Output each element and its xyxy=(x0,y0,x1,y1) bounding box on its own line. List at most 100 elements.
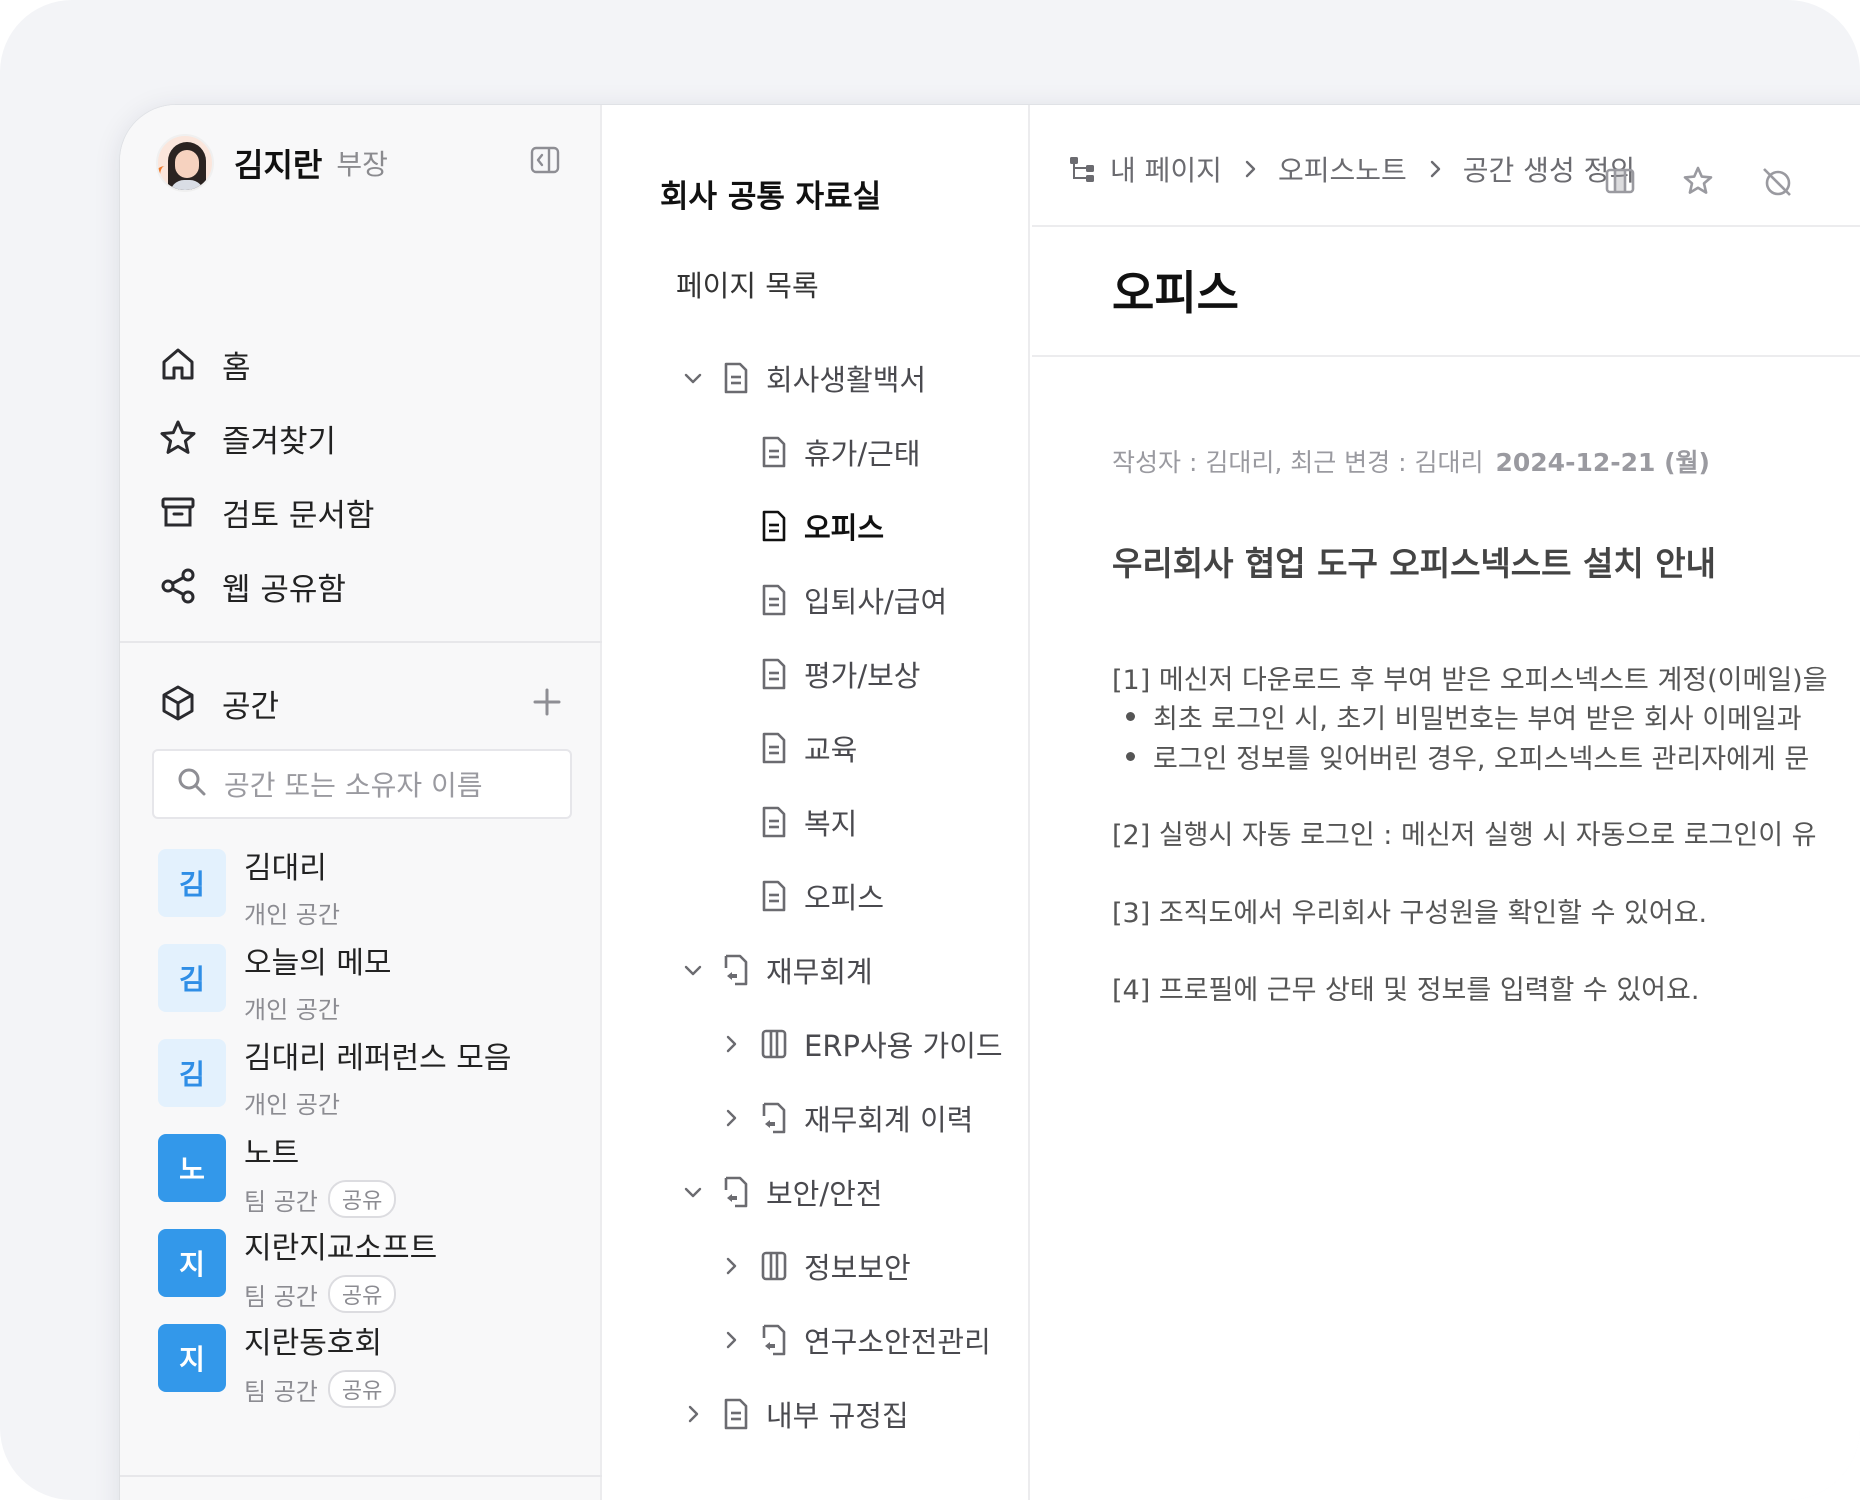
document-icon xyxy=(758,878,790,914)
linked-document-icon xyxy=(758,1100,790,1136)
tree-item-label: 보안/안전 xyxy=(766,1177,883,1211)
add-space-button[interactable] xyxy=(530,685,564,719)
linked-document-icon xyxy=(720,1174,752,1210)
tree-item[interactable]: 회사생활백서 xyxy=(604,341,1030,415)
favorite-button[interactable] xyxy=(1680,163,1716,199)
nav-item-web-share[interactable]: 웹 공유함 xyxy=(156,549,576,623)
breadcrumb-item[interactable]: 오피스노트 xyxy=(1278,149,1407,189)
document-title[interactable]: 오피스 xyxy=(1112,257,1239,323)
tree-item-label: 평가/보상 xyxy=(804,659,921,693)
space-badge: 김 xyxy=(158,849,226,917)
tree-item[interactable]: 오피스 xyxy=(604,489,1030,563)
document-toolbar: 내 페이지 오피스노트 공간 생성 정의 xyxy=(1032,105,1860,227)
space-item[interactable]: 김 김대리 개인 공간 xyxy=(158,845,578,940)
chevron-right-icon[interactable] xyxy=(678,1399,708,1429)
tree-item[interactable]: 정보보안 xyxy=(604,1229,1030,1303)
document-icon xyxy=(758,804,790,840)
document-icon xyxy=(720,360,752,396)
space-type: 개인 공간 xyxy=(244,901,340,929)
nav-item-home[interactable]: 홈 xyxy=(156,327,576,401)
document-meta: 작성자 : 김대리, 최근 변경 : 김대리 2024-12-21 (월) xyxy=(1112,443,1710,479)
tree-item[interactable]: 재무회계 이력 xyxy=(604,1081,1030,1155)
chevron-right-icon xyxy=(1421,155,1449,183)
user-profile[interactable]: 김지란 부장 xyxy=(156,131,388,195)
tree-item[interactable]: 연구소안전관리 xyxy=(604,1303,1030,1377)
chevron-right-icon[interactable] xyxy=(716,1325,746,1355)
profile-name: 김지란 xyxy=(234,146,323,184)
cube-icon xyxy=(156,681,200,725)
nav-item-review-box[interactable]: 검토 문서함 xyxy=(156,475,576,549)
space-badge: 노 xyxy=(158,1134,226,1202)
profile-role: 부장 xyxy=(336,148,388,181)
book-view-button[interactable] xyxy=(1602,163,1638,199)
chevron-right-icon[interactable] xyxy=(716,1029,746,1059)
document-icon xyxy=(758,434,790,470)
sidebar-collapse-icon[interactable] xyxy=(530,145,560,175)
breadcrumb: 내 페이지 오피스노트 공간 생성 정의 xyxy=(1068,149,1635,189)
chevron-right-icon xyxy=(1236,155,1264,183)
paragraph: [2] 실행시 자동 로그인 : 메신저 실행 시 자동으로 로그인이 유 xyxy=(1112,820,1817,851)
tree-item[interactable]: 내부 규정집 xyxy=(604,1377,1030,1451)
tree-item[interactable]: 보안/안전 xyxy=(604,1155,1030,1229)
tree-item-label: 정보보안 xyxy=(804,1251,911,1285)
space-name: 오늘의 메모 xyxy=(244,946,392,981)
chevron-right-icon[interactable] xyxy=(716,1251,746,1281)
star-icon xyxy=(156,416,200,460)
shared-badge: 공유 xyxy=(327,1180,397,1218)
linked-document-icon xyxy=(720,952,752,988)
space-name: 지란동호회 xyxy=(244,1326,382,1361)
linked-document-icon xyxy=(758,1322,790,1358)
spaces-header: 공간 xyxy=(156,675,576,731)
tree-item-label: 휴가/근태 xyxy=(804,437,921,471)
tree-item[interactable]: 교육 xyxy=(604,711,1030,785)
space-list: 김 김대리 개인 공간 김 오늘의 메모 개인 공간 김 김대리 레퍼런스 모음… xyxy=(158,845,578,1415)
document-title-area: 오피스 xyxy=(1032,227,1860,357)
space-item[interactable]: 김 김대리 레퍼런스 모음 개인 공간 xyxy=(158,1035,578,1130)
space-type: 팀 공간 xyxy=(244,1282,318,1311)
more-tool-icon[interactable] xyxy=(1758,163,1794,199)
nav-item-label: 웹 공유함 xyxy=(222,571,346,608)
space-item[interactable]: 지 지란지교소프트 팀 공간 공유 xyxy=(158,1225,578,1320)
space-type: 개인 공간 xyxy=(244,996,340,1024)
hierarchy-icon xyxy=(1068,154,1098,184)
document-icon xyxy=(720,1396,752,1432)
home-icon xyxy=(156,342,200,386)
chevron-down-icon[interactable] xyxy=(678,363,708,393)
space-item[interactable]: 김 오늘의 메모 개인 공간 xyxy=(158,940,578,1035)
document-icon xyxy=(758,582,790,618)
tree-item[interactable]: 입퇴사/급여 xyxy=(604,563,1030,637)
plus-icon xyxy=(533,688,561,716)
tree-item[interactable]: 오피스 xyxy=(604,859,1030,933)
book-icon xyxy=(758,1248,790,1284)
tree-item-label: 연구소안전관리 xyxy=(804,1325,991,1359)
paragraph: [1] 메신저 다운로드 후 부여 받은 오피스넥스트 계정(이메일)을 xyxy=(1112,665,1828,696)
nav-item-label: 검토 문서함 xyxy=(222,497,375,534)
chevron-down-icon[interactable] xyxy=(678,1177,708,1207)
document-icon xyxy=(758,508,790,544)
app-window: 김지란 부장 홈 즐겨찾기 검토 문서함 웹 공유함 공간 공간 또는 소유자 … xyxy=(120,105,1860,1500)
chevron-right-icon[interactable] xyxy=(716,1103,746,1133)
space-item[interactable]: 지 지란동호회 팀 공간 공유 xyxy=(158,1320,578,1415)
nav-item-favorites[interactable]: 즐겨찾기 xyxy=(156,401,576,475)
tree-item-label: 회사생활백서 xyxy=(766,363,927,397)
breadcrumb-item[interactable]: 내 페이지 xyxy=(1110,149,1222,189)
chevron-down-icon[interactable] xyxy=(678,955,708,985)
tree-item[interactable]: 복지 xyxy=(604,785,1030,859)
tree-item[interactable]: 재무회계 xyxy=(604,933,1030,1007)
sidebar-divider xyxy=(120,641,602,643)
main-nav: 홈 즐겨찾기 검토 문서함 웹 공유함 xyxy=(156,327,576,623)
space-name: 노트 xyxy=(244,1136,300,1171)
bullet-item: 최초 로그인 시, 초기 비밀번호는 부여 받은 회사 이메일과 xyxy=(1126,697,1860,736)
document-icon xyxy=(758,656,790,692)
page-tree-panel: 회사 공통 자료실 페이지 목록 회사생활백서 휴가/근태 오피스 입퇴사/급여 평가/… xyxy=(604,105,1030,1500)
share-icon xyxy=(156,564,200,608)
space-item[interactable]: 노 노트 팀 공간 공유 xyxy=(158,1130,578,1225)
space-type: 개인 공간 xyxy=(244,1091,340,1119)
tree-item[interactable]: ERP사용 가이드 xyxy=(604,1007,1030,1081)
tree-item[interactable]: 휴가/근태 xyxy=(604,415,1030,489)
tree-item[interactable]: 평가/보상 xyxy=(604,637,1030,711)
space-search-input[interactable]: 공간 또는 소유자 이름 xyxy=(152,749,572,819)
